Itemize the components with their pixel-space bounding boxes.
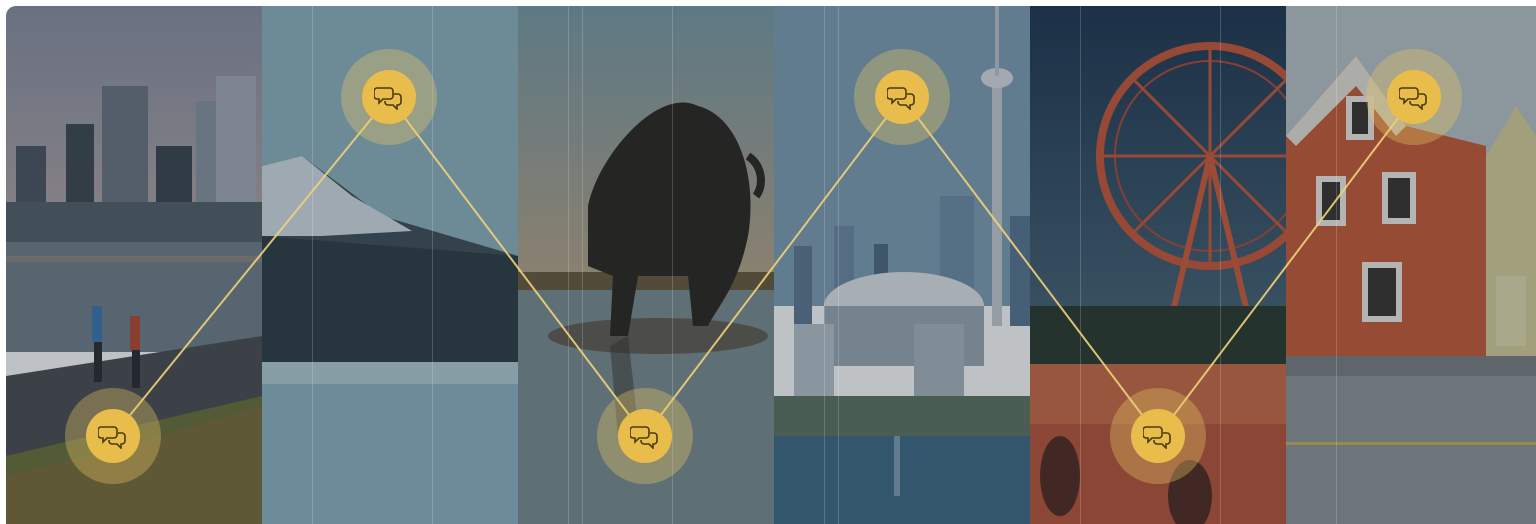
comment-marker-2[interactable] (341, 49, 437, 145)
comment-marker-dot (875, 70, 929, 124)
comment-marker-dot (618, 409, 672, 463)
hero-photo-strip (6, 6, 1536, 524)
comment-marker-3[interactable] (597, 388, 693, 484)
comment-marker-dot (1131, 409, 1185, 463)
comment-marker-dot (362, 70, 416, 124)
chat-bubbles-icon (1143, 426, 1171, 449)
chat-bubbles-icon (374, 87, 402, 110)
chat-bubbles-icon (1399, 87, 1427, 110)
comment-marker-4[interactable] (854, 49, 950, 145)
chat-bubbles-icon (98, 426, 126, 449)
chat-bubbles-icon (630, 426, 658, 449)
comment-marker-dot (1387, 70, 1441, 124)
comment-marker-6[interactable] (1366, 49, 1462, 145)
chat-bubbles-icon (887, 87, 915, 110)
comment-marker-dot (86, 409, 140, 463)
comment-marker-1[interactable] (65, 388, 161, 484)
comment-marker-5[interactable] (1110, 388, 1206, 484)
